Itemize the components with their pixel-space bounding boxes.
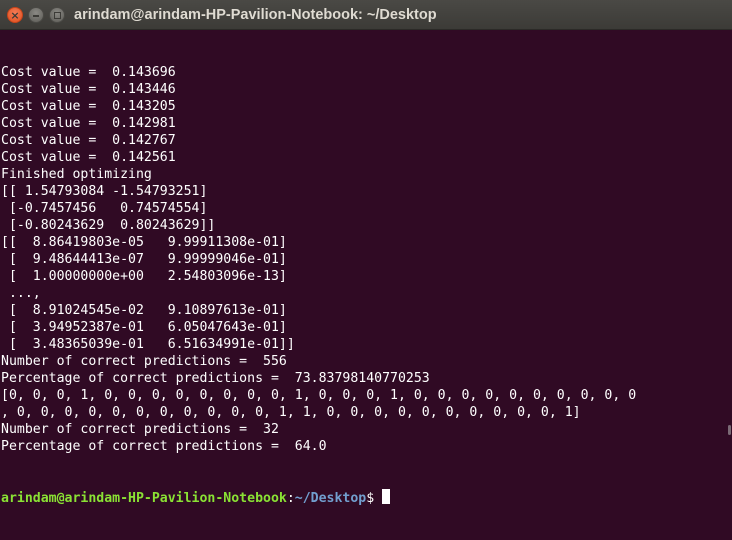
output-line: [-0.7457456 0.74574554] bbox=[1, 201, 208, 216]
text-cursor bbox=[382, 489, 391, 504]
output-line: Percentage of correct predictions = 64.0 bbox=[1, 439, 327, 454]
close-button[interactable]: × bbox=[7, 7, 23, 23]
output-line: Number of correct predictions = 556 bbox=[1, 354, 287, 369]
output-line: [[ 8.86419803e-05 9.99911308e-01] bbox=[1, 235, 287, 250]
prompt-line[interactable]: arindam@arindam-HP-Pavilion-Notebook:~/D… bbox=[1, 489, 732, 506]
output-line: Percentage of correct predictions = 73.8… bbox=[1, 371, 430, 386]
minimize-button[interactable] bbox=[28, 7, 44, 23]
prompt-path: ~/Desktop bbox=[294, 491, 367, 506]
output-line: Cost value = 0.142561 bbox=[1, 150, 176, 165]
output-line: Number of correct predictions = 32 bbox=[1, 422, 279, 437]
output-line: Finished optimizing bbox=[1, 167, 152, 182]
output-line: [ 1.00000000e+00 2.54803096e-13] bbox=[1, 269, 287, 284]
prompt-separator: : bbox=[286, 491, 295, 506]
scrollbar[interactable] bbox=[728, 425, 731, 435]
maximize-button[interactable] bbox=[49, 7, 65, 23]
output-lines: Cost value = 0.143696 Cost value = 0.1434… bbox=[1, 64, 732, 455]
output-line: Cost value = 0.142767 bbox=[1, 133, 176, 148]
output-line: , 0, 0, 0, 0, 0, 0, 0, 0, 0, 0, 0, 1, 1,… bbox=[1, 405, 581, 420]
output-line: [ 3.48365039e-01 6.51634991e-01]] bbox=[1, 337, 295, 352]
output-line: Cost value = 0.143205 bbox=[1, 99, 176, 114]
output-line: ..., bbox=[1, 286, 41, 301]
output-line: [ 8.91024545e-02 9.10897613e-01] bbox=[1, 303, 287, 318]
terminal-output[interactable]: Cost value = 0.143696 Cost value = 0.1434… bbox=[1, 30, 732, 540]
output-line: [ 3.94952387e-01 6.05047643e-01] bbox=[1, 320, 287, 335]
output-line: [-0.80243629 0.80243629]] bbox=[1, 218, 216, 233]
output-line: [ 9.48644413e-07 9.99999046e-01] bbox=[1, 252, 287, 267]
terminal-window: × arindam@arindam-HP-Pavilion-Notebook: … bbox=[0, 0, 732, 506]
output-line: [[ 1.54793084 -1.54793251] bbox=[1, 184, 208, 199]
window-title: arindam@arindam-HP-Pavilion-Notebook: ~/… bbox=[74, 7, 437, 23]
output-line: Cost value = 0.142981 bbox=[1, 116, 176, 131]
output-line: Cost value = 0.143446 bbox=[1, 82, 176, 97]
prompt-symbol: $ bbox=[366, 491, 383, 506]
title-bar[interactable]: × arindam@arindam-HP-Pavilion-Notebook: … bbox=[0, 0, 732, 30]
prompt-user-host: arindam@arindam-HP-Pavilion-Notebook bbox=[1, 491, 287, 506]
output-line: [0, 0, 0, 1, 0, 0, 0, 0, 0, 0, 0, 0, 1, … bbox=[1, 388, 637, 403]
output-line: Cost value = 0.143696 bbox=[1, 65, 176, 80]
close-icon: × bbox=[10, 9, 20, 22]
